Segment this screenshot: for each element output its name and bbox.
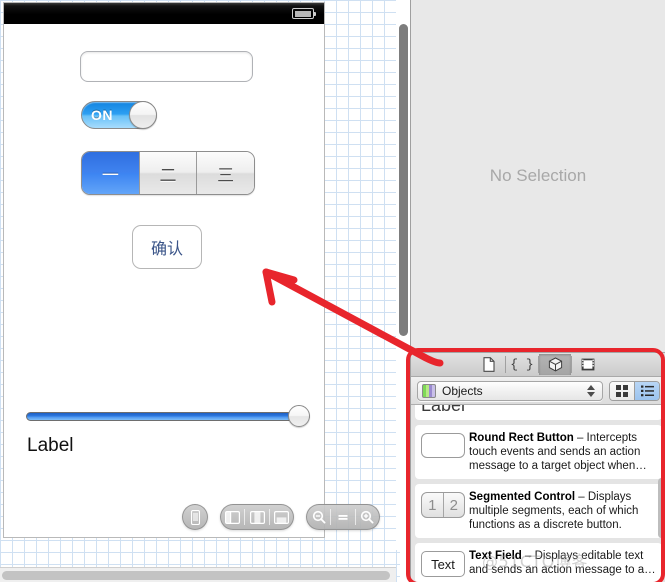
text-field[interactable]: [80, 51, 253, 82]
screenshot-root: ON 一 二 三 确认 Label No Selection {} Objec…: [0, 0, 665, 582]
layout-toolbar[interactable]: [220, 504, 294, 530]
zoom-out-icon[interactable]: [307, 505, 330, 529]
segmented-control[interactable]: 一 二 三: [81, 151, 255, 195]
canvas-vertical-scrollbar[interactable]: [396, 0, 410, 550]
segment-2[interactable]: 三: [197, 152, 254, 194]
ios-status-bar: [4, 3, 324, 24]
label-thumb-text: Label: [420, 405, 466, 415]
zoom-toolbar[interactable]: [306, 504, 380, 530]
library-category-label: Objects: [442, 383, 483, 398]
object-library-tab[interactable]: [539, 354, 571, 375]
slider-thumb[interactable]: [288, 405, 310, 427]
code-snippet-icon: { }: [510, 357, 534, 372]
list-view-icon[interactable]: [634, 381, 659, 400]
media-library-tab[interactable]: [572, 354, 604, 375]
text-field-thumb: Text: [419, 549, 467, 577]
segmented-control-thumb: 12: [419, 490, 467, 518]
text-field-thumb-text: Text: [421, 551, 465, 577]
segment-1[interactable]: 二: [139, 152, 198, 194]
file-template-library-tab[interactable]: [473, 354, 505, 375]
round-rect-button-thumb: [419, 431, 467, 458]
list-item-description: static text.: [469, 405, 521, 406]
device-preview[interactable]: ON 一 二 三 确认 Label: [3, 2, 325, 538]
library-control-bar: Objects: [411, 377, 665, 405]
slider-track: [26, 412, 310, 421]
list-item-title: Round Rect Button: [469, 432, 574, 444]
canvas-horizontal-scroll-thumb[interactable]: [2, 571, 390, 580]
library-item-list[interactable]: Label static text. Round Rect Button – I…: [411, 405, 665, 582]
switch-knob[interactable]: [129, 101, 157, 129]
chevron-updown-icon[interactable]: [586, 384, 596, 398]
segment-0[interactable]: 一: [82, 152, 140, 194]
grid-view-icon[interactable]: [610, 381, 634, 400]
slider[interactable]: [26, 405, 310, 427]
label-thumb: Label: [419, 405, 467, 416]
view-left-panel-icon[interactable]: [221, 505, 244, 529]
library-panel: { } Objects Label Round Rect Button – In…: [411, 352, 665, 582]
library-scroll-thumb[interactable]: [658, 478, 665, 538]
canvas-label: Label: [27, 435, 74, 456]
view-split-panel-icon[interactable]: [245, 505, 268, 529]
iphone-device-icon[interactable]: [183, 505, 207, 529]
no-selection-message: No Selection: [489, 166, 587, 185]
library-view-toggle[interactable]: [609, 380, 660, 401]
view-bottom-panel-icon[interactable]: [270, 505, 293, 529]
zoom-actual-size-icon[interactable]: [331, 505, 354, 529]
list-item[interactable]: Text Text Field – Displays editable text…: [415, 543, 662, 582]
battery-icon: [292, 8, 316, 19]
canvas-vertical-scroll-thumb[interactable]: [399, 24, 408, 336]
list-item-text: static text.: [467, 405, 656, 407]
library-tab-bar[interactable]: { }: [411, 353, 665, 377]
list-item-text: Segmented Control – Displays multiple se…: [467, 490, 656, 532]
switch-toggle[interactable]: ON: [81, 101, 157, 129]
list-item[interactable]: Round Rect Button – Intercepts touch eve…: [415, 425, 662, 479]
inspector-area: No Selection: [411, 0, 665, 352]
list-item[interactable]: 12 Segmented Control – Displays multiple…: [415, 484, 662, 538]
code-snippet-library-tab[interactable]: { }: [506, 354, 538, 375]
library-scrollbar[interactable]: [657, 460, 665, 582]
list-item-title: Segmented Control: [469, 491, 576, 503]
list-item-text: Round Rect Button – Intercepts touch eve…: [467, 431, 656, 473]
objects-library-icon: [422, 383, 436, 398]
list-item[interactable]: Label static text.: [415, 405, 662, 420]
library-category-popup[interactable]: Objects: [417, 380, 603, 401]
interface-builder-canvas[interactable]: ON 一 二 三 确认 Label: [0, 0, 400, 582]
zoom-in-icon[interactable]: [356, 505, 379, 529]
switch-on-label: ON: [91, 107, 113, 123]
list-item-text: Text Field – Displays editable text and …: [467, 549, 656, 577]
confirm-button[interactable]: 确认: [132, 225, 202, 269]
canvas-horizontal-scrollbar[interactable]: [0, 567, 396, 582]
list-item-title: Text Field: [469, 550, 522, 562]
device-toolbar[interactable]: [182, 504, 208, 530]
utilities-panel: No Selection { } Objects Label Round Rec…: [410, 0, 665, 582]
